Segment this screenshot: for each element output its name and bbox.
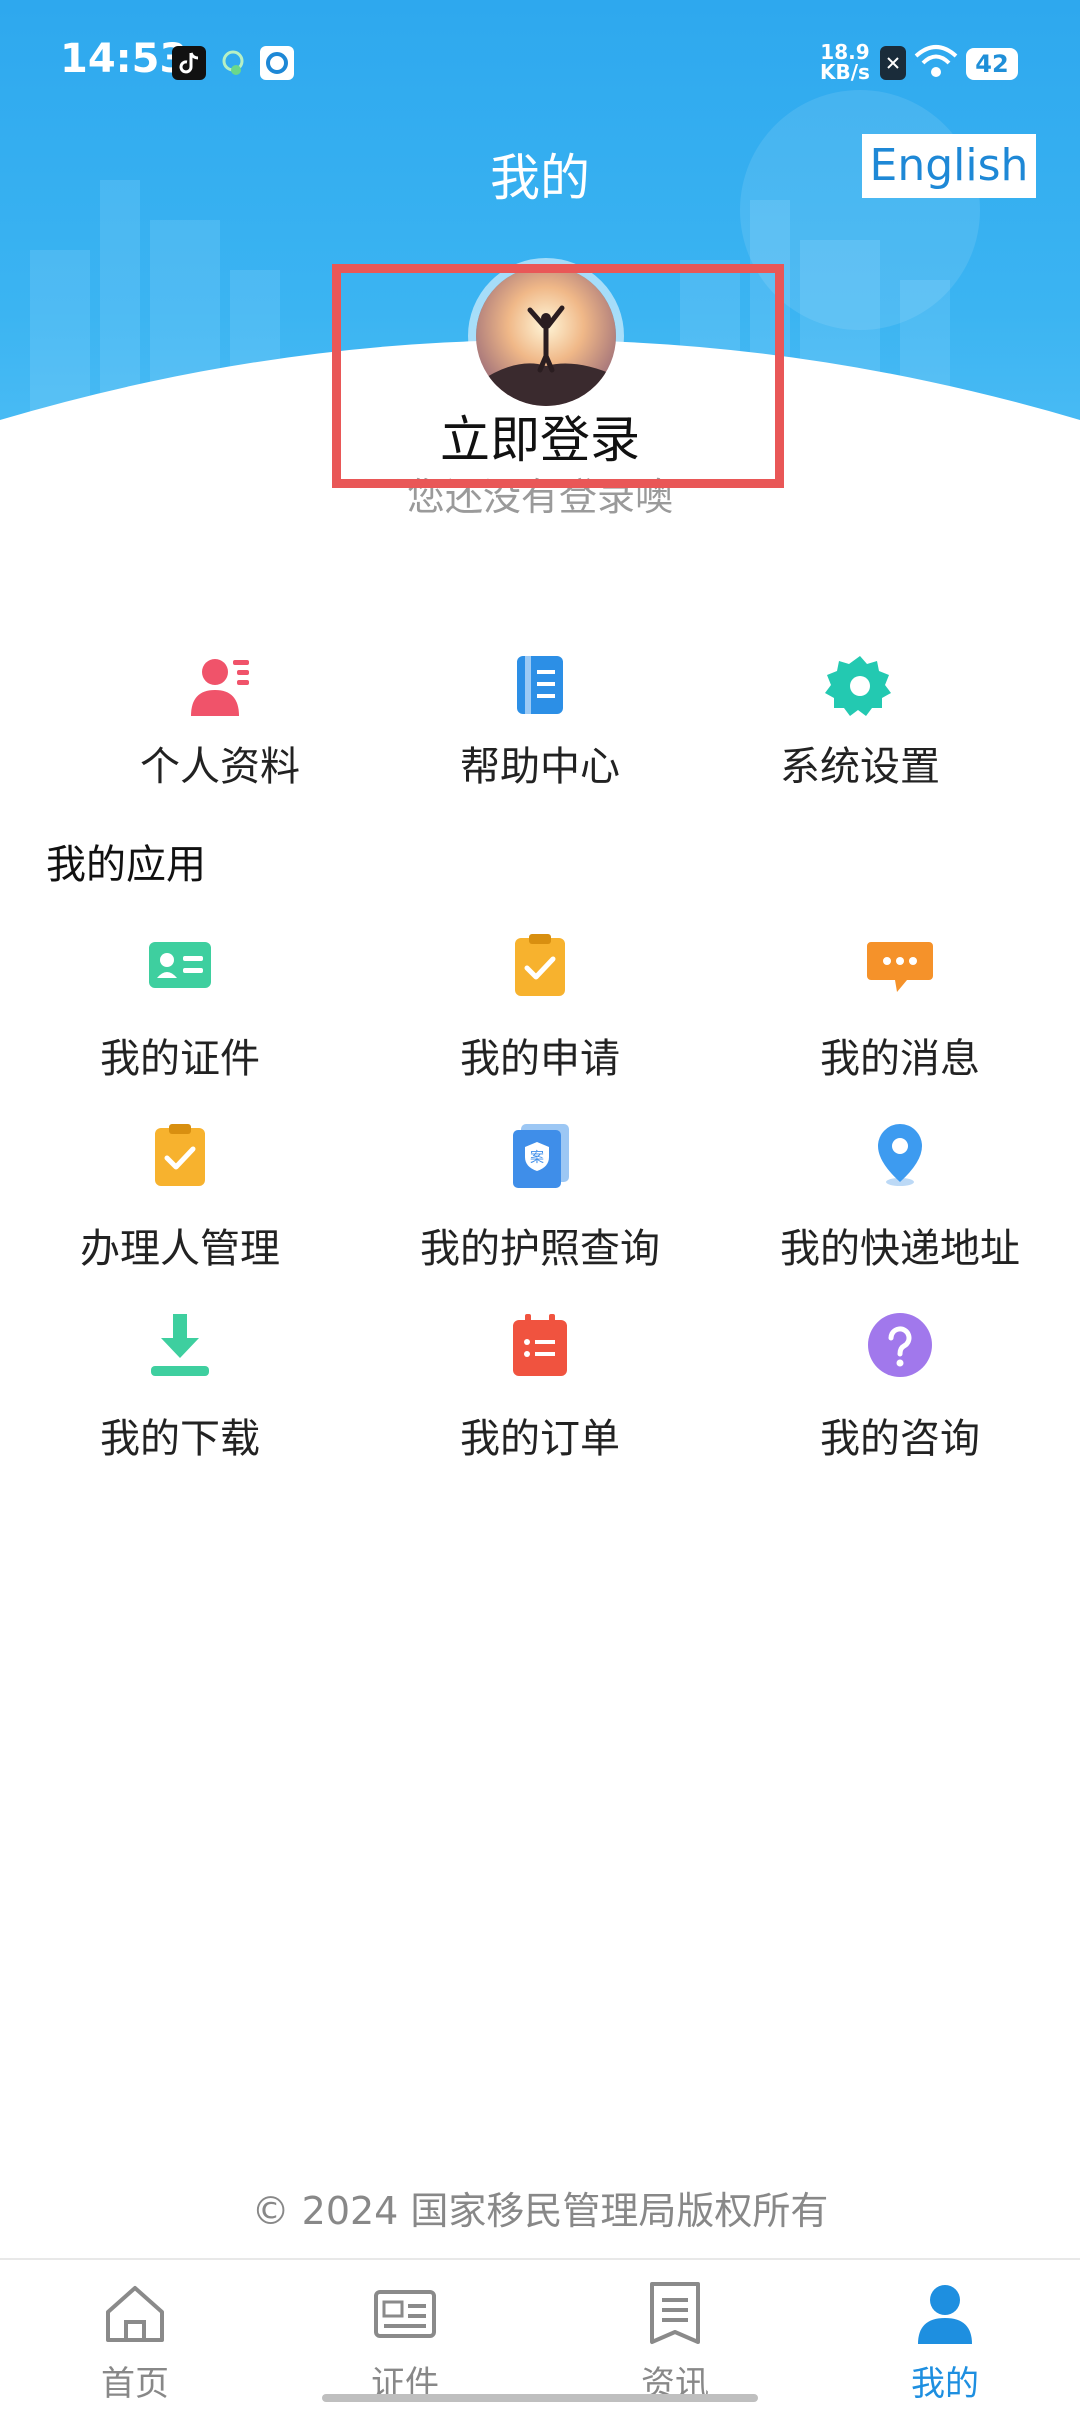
tab-label: 我的 <box>911 2364 979 2404</box>
quick-action-profile[interactable]: 个人资料 <box>120 650 320 790</box>
sim-icon <box>880 46 906 80</box>
chat-icon <box>867 942 933 992</box>
location-pin-icon <box>878 1124 922 1186</box>
section-title: 我的应用 <box>46 842 206 888</box>
news-icon <box>650 2282 700 2344</box>
app-label: 我的消息 <box>820 1036 980 1082</box>
passport-icon: 案 <box>513 1124 569 1188</box>
app-delivery-address[interactable]: 我的快递地址 <box>760 1120 1040 1272</box>
bottom-tab-bar: 首页 证件 资讯 我的 <box>0 2258 1080 2410</box>
status-bar: 14:53 18.9 KB/s 42 <box>0 0 1080 128</box>
gear-icon <box>825 656 891 716</box>
app-my-messages[interactable]: 我的消息 <box>780 930 1020 1082</box>
book-icon <box>517 656 563 714</box>
profile-icon <box>191 659 249 716</box>
tab-mine[interactable]: 我的 <box>845 2278 1045 2405</box>
quick-actions: 个人资料 帮助中心 系统设置 <box>0 650 1080 790</box>
app-label: 我的快递地址 <box>780 1226 1020 1272</box>
app-label: 我的护照查询 <box>420 1226 660 1272</box>
order-list-icon <box>513 1314 567 1376</box>
tiktok-icon <box>172 46 206 80</box>
home-indicator[interactable] <box>322 2394 758 2402</box>
english-language-button[interactable]: English <box>862 134 1036 198</box>
tab-news[interactable]: 资讯 <box>575 2278 775 2405</box>
question-icon <box>868 1313 932 1377</box>
tab-documents[interactable]: 证件 <box>305 2278 505 2405</box>
copyright-text: © 2024 国家移民管理局版权所有 <box>251 2189 829 2233</box>
app-label: 办理人管理 <box>80 1226 280 1272</box>
id-card-icon <box>374 2290 436 2338</box>
cloud-icon <box>216 46 250 80</box>
battery-indicator: 42 <box>966 48 1018 80</box>
download-icon <box>151 1314 209 1376</box>
app-my-downloads[interactable]: 我的下载 <box>60 1310 300 1462</box>
app-my-applications[interactable]: 我的申请 <box>420 930 660 1082</box>
app-icon <box>260 46 294 80</box>
app-label: 我的订单 <box>460 1416 620 1462</box>
app-label: 我的申请 <box>460 1036 620 1082</box>
clipboard-check-icon <box>155 1124 205 1186</box>
id-card-icon <box>149 942 211 988</box>
app-my-documents[interactable]: 我的证件 <box>60 930 300 1082</box>
app-my-consultation[interactable]: 我的咨询 <box>780 1310 1020 1462</box>
status-time: 14:53 <box>60 36 188 82</box>
quick-action-label: 个人资料 <box>140 744 300 790</box>
quick-action-label: 系统设置 <box>780 744 940 790</box>
app-my-orders[interactable]: 我的订单 <box>420 1310 660 1462</box>
home-icon <box>106 2286 164 2342</box>
quick-action-settings[interactable]: 系统设置 <box>760 650 960 790</box>
user-icon <box>918 2285 972 2344</box>
clipboard-check-icon <box>515 934 565 996</box>
app-label: 我的咨询 <box>820 1416 980 1462</box>
app-label: 我的下载 <box>100 1416 260 1462</box>
app-handler-management[interactable]: 办理人管理 <box>60 1120 300 1272</box>
svg-text:案: 案 <box>530 1149 544 1166</box>
quick-action-label: 帮助中心 <box>460 744 620 790</box>
wifi-icon <box>914 45 958 77</box>
tab-label: 首页 <box>101 2364 169 2404</box>
tab-home[interactable]: 首页 <box>35 2278 235 2405</box>
app-label: 我的证件 <box>100 1036 260 1082</box>
app-passport-query[interactable]: 案 我的护照查询 <box>400 1120 680 1272</box>
network-speed: 18.9 KB/s <box>820 40 870 84</box>
quick-action-help-center[interactable]: 帮助中心 <box>440 650 640 790</box>
highlight-box <box>332 264 784 488</box>
apps-grid: 我的证件 我的申请 我的消息 办理人管理 案 我的护照查询 我的快递地址 我的下… <box>0 930 1080 1470</box>
